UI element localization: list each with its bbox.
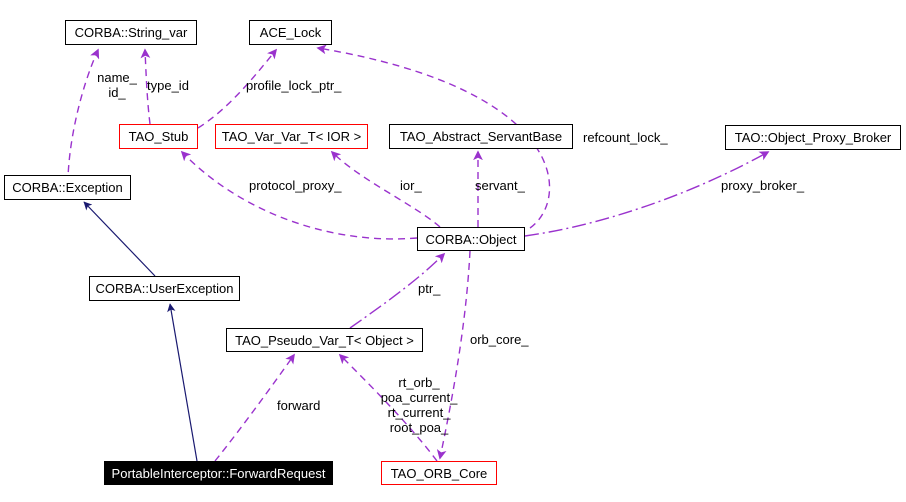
- edge-label-protocol-proxy: protocol_proxy_: [249, 178, 342, 193]
- node-tao-pseudo-var-t-object[interactable]: TAO_Pseudo_Var_T< Object >: [226, 328, 423, 352]
- node-tao-abstract-servantbase[interactable]: TAO_Abstract_ServantBase: [389, 124, 573, 149]
- node-tao-object-proxy-broker[interactable]: TAO::Object_Proxy_Broker: [725, 125, 901, 150]
- edge-label-ior: ior_: [400, 178, 422, 193]
- edge-proxy-broker: [524, 151, 770, 237]
- edge-protocol-proxy: [180, 150, 418, 240]
- edge-label-refcount-lock: refcount_lock_: [583, 130, 668, 145]
- edge-inherit-forward-request: [167, 303, 198, 462]
- node-tao-orb-core[interactable]: TAO_ORB_Core: [381, 461, 497, 485]
- edge-inherit-user-exception: [83, 201, 156, 277]
- node-tao-stub[interactable]: TAO_Stub: [119, 124, 198, 149]
- edge-label-profile-lock-ptr: profile_lock_ptr_: [246, 78, 342, 93]
- edge-label-name-id: name_ id_: [97, 70, 137, 100]
- edge-label-orb-core: orb_core_: [470, 332, 529, 347]
- inheritance-edges: [83, 201, 198, 462]
- edge-label-servant: servant_: [475, 178, 525, 193]
- node-corba-userexception[interactable]: CORBA::UserException: [89, 276, 240, 301]
- edge-label-forward: forward: [277, 398, 321, 413]
- node-corba-object[interactable]: CORBA::Object: [417, 227, 525, 251]
- edge-label-proxy-broker: proxy_broker_: [721, 178, 805, 193]
- node-ace-lock[interactable]: ACE_Lock: [249, 20, 332, 45]
- uml-collaboration-diagram: CORBA::String_var ACE_Lock TAO_Stub TAO_…: [0, 0, 906, 502]
- node-tao-var-var-t-ior[interactable]: TAO_Var_Var_T< IOR >: [215, 124, 368, 149]
- node-corba-exception[interactable]: CORBA::Exception: [4, 175, 131, 200]
- edge-label-ptr: ptr_: [418, 281, 441, 296]
- node-corba-string-var[interactable]: CORBA::String_var: [65, 20, 197, 45]
- node-portableinterceptor-forwardrequest: PortableInterceptor::ForwardRequest: [104, 461, 333, 485]
- edge-label-rt-orb-group: rt_orb_ poa_current_ rt_current_ root_po…: [380, 375, 458, 435]
- edge-label-type-id: type_id: [147, 78, 189, 93]
